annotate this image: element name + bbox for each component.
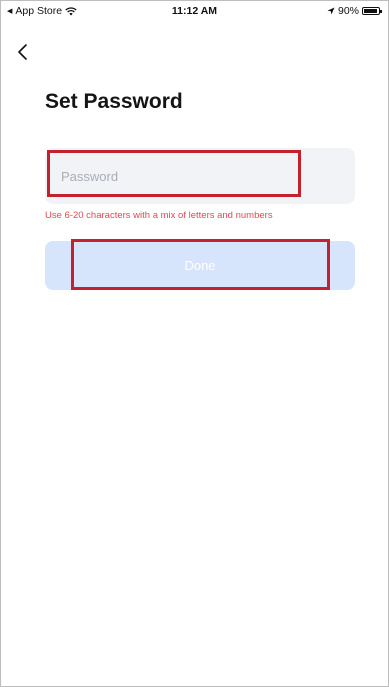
password-input[interactable]	[45, 148, 355, 204]
page-title: Set Password	[45, 90, 183, 113]
status-bar: ◀ App Store 11:12 AM 90%	[1, 1, 388, 23]
password-requirements-hint: Use 6-20 characters with a mix of letter…	[45, 210, 273, 221]
location-arrow-icon	[327, 7, 335, 15]
done-button[interactable]: Done	[45, 241, 355, 290]
chevron-left-icon	[18, 44, 27, 60]
battery-icon	[362, 7, 382, 15]
back-button[interactable]	[15, 41, 33, 63]
status-right-group: 90%	[327, 5, 382, 17]
password-field-container	[45, 148, 355, 204]
battery-percent: 90%	[337, 5, 359, 17]
battery-level-fill	[364, 9, 377, 13]
app-frame: ◀ App Store 11:12 AM 90% Set Password Us…	[0, 0, 389, 687]
